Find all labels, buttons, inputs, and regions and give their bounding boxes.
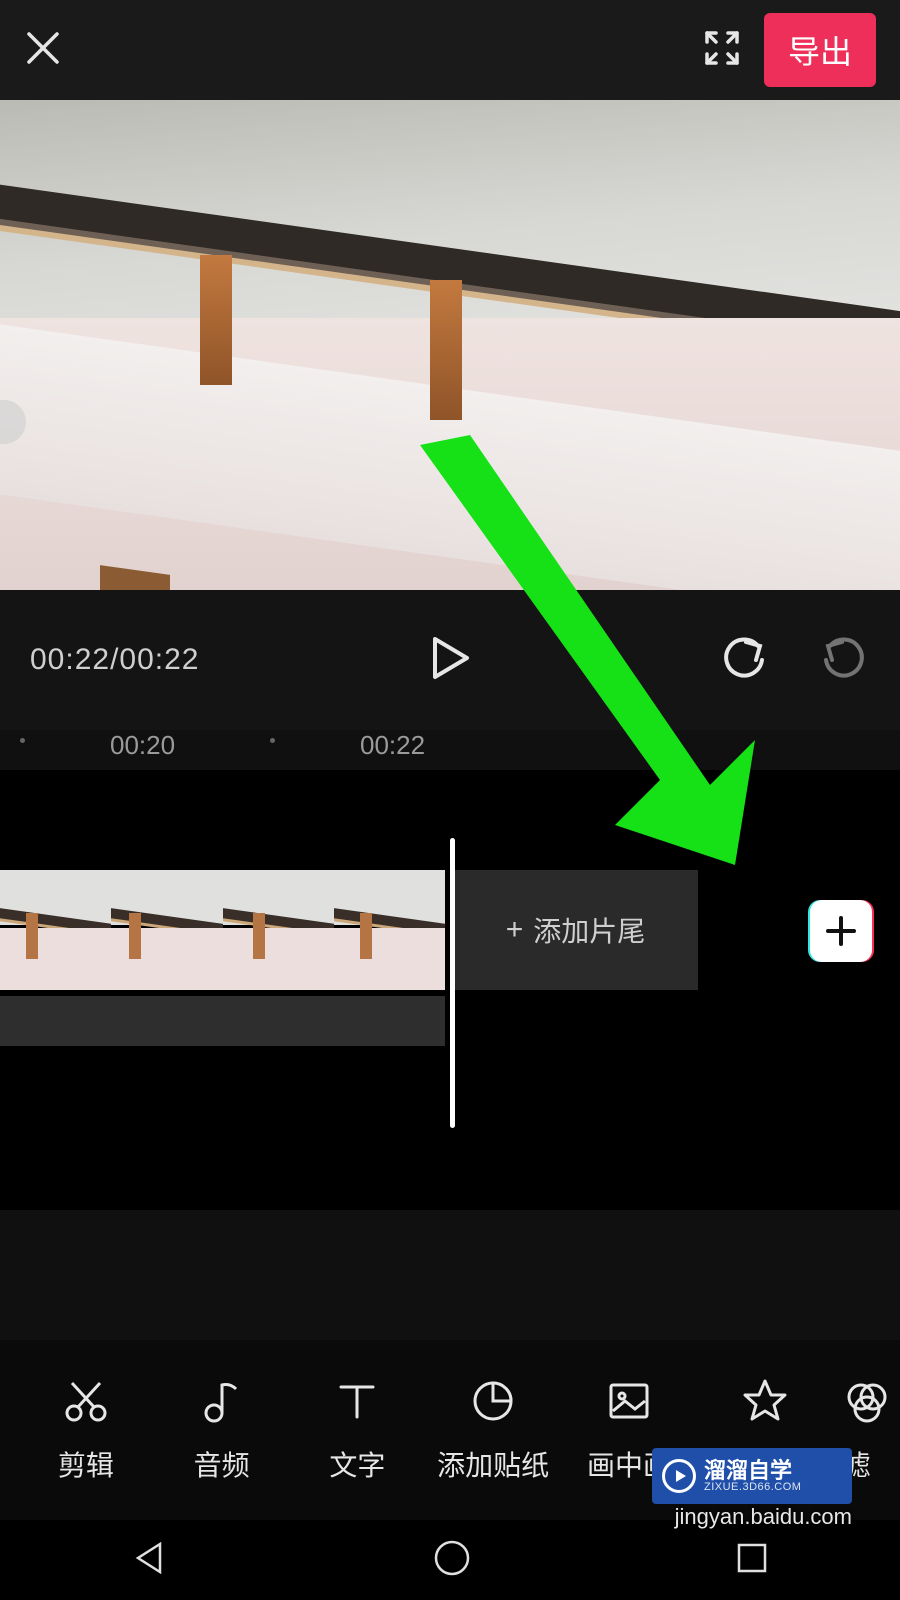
add-ending-label: 添加片尾: [533, 910, 645, 950]
timeline-ruler[interactable]: 00:20 00:22: [0, 730, 900, 770]
add-ending-button[interactable]: + 添加片尾: [453, 870, 698, 990]
nav-recent-button[interactable]: [734, 1540, 770, 1581]
redo-button[interactable]: [820, 636, 870, 685]
watermark-url: jingyan.baidu.com: [675, 1504, 852, 1530]
play-button[interactable]: [429, 635, 471, 686]
tool-label: 文字: [329, 1444, 385, 1484]
undo-button[interactable]: [718, 636, 768, 685]
tool-text[interactable]: 文字: [290, 1377, 426, 1484]
android-nav-bar: [0, 1520, 900, 1600]
picture-in-picture-icon: [605, 1377, 653, 1430]
play-circle-icon: [662, 1459, 696, 1493]
fullscreen-icon[interactable]: [702, 28, 742, 73]
plus-icon: +: [506, 913, 524, 947]
clip-thumbnail[interactable]: [0, 870, 111, 990]
nav-home-button[interactable]: [431, 1537, 473, 1584]
time-label: 00:22/00:22: [30, 643, 199, 677]
music-note-icon: [198, 1377, 246, 1430]
watermark-sub: ZIXUE.3D66.COM: [704, 1482, 801, 1493]
tool-sticker[interactable]: 添加贴纸: [425, 1377, 561, 1484]
video-editor-screen: 导出 00:22/00:22: [0, 0, 900, 1600]
ruler-tick: 00:20: [110, 730, 175, 761]
playback-bar: 00:22/00:22: [0, 590, 900, 730]
scissors-icon: [62, 1377, 110, 1430]
video-preview[interactable]: [0, 80, 900, 590]
export-button[interactable]: 导出: [764, 13, 876, 87]
watermark-badge: 溜溜自学 ZIXUE.3D66.COM: [652, 1448, 852, 1504]
tool-label: 添加贴纸: [437, 1444, 549, 1484]
tool-label: 音频: [194, 1444, 250, 1484]
filter-icon: [843, 1377, 891, 1430]
clip-thumbnail[interactable]: [223, 870, 334, 990]
playhead[interactable]: [450, 838, 455, 1128]
top-bar: 导出: [0, 0, 900, 100]
video-track[interactable]: [0, 870, 445, 990]
topbar-right: 导出: [702, 13, 876, 87]
ruler-tick: 00:22: [360, 730, 425, 761]
clip-thumbnail[interactable]: [111, 870, 222, 990]
timeline[interactable]: + 添加片尾: [0, 770, 900, 1210]
close-button[interactable]: [24, 29, 62, 72]
ruler-dot: [20, 738, 25, 743]
text-icon: [333, 1377, 381, 1430]
tool-edit[interactable]: 剪辑: [18, 1377, 154, 1484]
sticker-icon: [469, 1377, 517, 1430]
clip-thumbnail[interactable]: [334, 870, 445, 990]
tool-label: 剪辑: [58, 1444, 114, 1484]
nav-back-button[interactable]: [130, 1538, 170, 1583]
ruler-dot: [270, 738, 275, 743]
star-icon: [741, 1377, 789, 1430]
audio-track[interactable]: [0, 996, 445, 1046]
watermark-brand: 溜溜自学: [704, 1460, 801, 1482]
add-clip-button[interactable]: [810, 900, 872, 962]
tool-audio[interactable]: 音频: [154, 1377, 290, 1484]
